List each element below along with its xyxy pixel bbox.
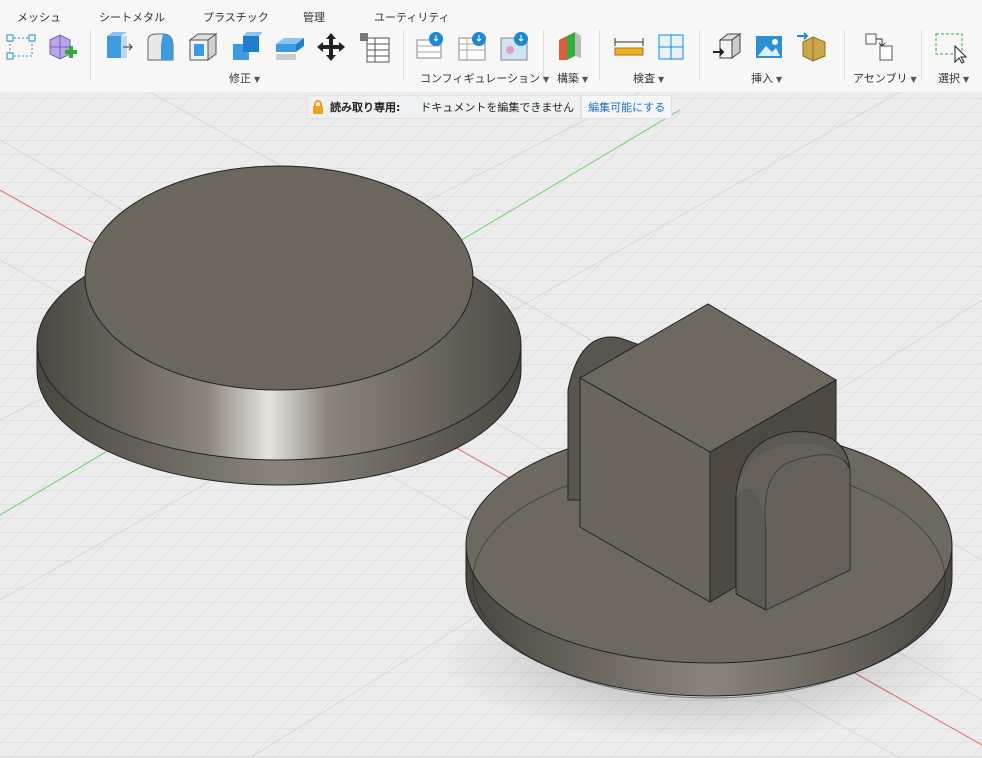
sketch-points-icon[interactable] <box>4 30 38 64</box>
joint-icon[interactable] <box>862 30 896 64</box>
separator <box>403 30 404 80</box>
readonly-label: 読み取り専用: <box>330 101 401 114</box>
lock-icon <box>313 100 323 114</box>
group-assemble[interactable]: アセンブリ ▼ <box>853 70 917 86</box>
group-inspect[interactable]: 検査 ▼ <box>633 70 664 86</box>
select-window-icon[interactable] <box>933 30 967 64</box>
insert-derive-icon[interactable] <box>710 30 744 64</box>
canvas[interactable] <box>0 92 982 758</box>
separator <box>90 30 91 80</box>
tab-sheet-metal[interactable]: シートメタル <box>99 9 165 25</box>
move-icon[interactable] <box>314 30 348 64</box>
enable-edit-link[interactable]: 編集可能にする <box>581 95 673 119</box>
offset-plane-icon[interactable] <box>555 30 589 64</box>
readonly-message: ドキュメントを編集できません <box>420 101 575 114</box>
group-construct[interactable]: 構築 ▼ <box>557 70 588 86</box>
config-table-icon[interactable] <box>414 30 448 64</box>
fillet-icon[interactable] <box>143 30 177 64</box>
tab-mesh[interactable]: メッシュ <box>17 9 61 25</box>
group-modify[interactable]: 修正 ▼ <box>229 70 260 86</box>
config-theme-icon[interactable] <box>498 30 532 64</box>
insert-mesh-icon[interactable] <box>795 30 829 64</box>
combine-icon[interactable] <box>229 30 263 64</box>
section-analysis-icon[interactable] <box>654 30 688 64</box>
separator <box>699 30 700 80</box>
separator <box>599 30 600 80</box>
shell-icon[interactable] <box>186 30 220 64</box>
readonly-info: 読み取り専用: ドキュメントを編集できません <box>307 95 582 119</box>
tab-row: メッシュ シートメタル プラスチック 管理 ユーティリティ <box>0 0 982 25</box>
3d-viewport[interactable] <box>0 92 982 758</box>
offset-face-icon[interactable] <box>272 30 306 64</box>
measure-icon[interactable] <box>612 30 646 64</box>
readonly-banner: 読み取り専用: ドキュメントを編集できません 編集可能にする <box>307 95 673 119</box>
insert-image-icon[interactable] <box>752 30 786 64</box>
tab-plastic[interactable]: プラスチック <box>203 9 269 25</box>
tab-utilities[interactable]: ユーティリティ <box>374 9 450 25</box>
group-insert[interactable]: 挿入 ▼ <box>751 70 782 86</box>
config-rows-icon[interactable] <box>456 30 490 64</box>
press-pull-icon[interactable] <box>101 30 135 64</box>
group-configuration[interactable]: コンフィギュレーション ▼ <box>420 70 549 86</box>
tab-manage[interactable]: 管理 <box>303 9 325 25</box>
toolbar: メッシュ シートメタル プラスチック 管理 ユーティリティ 修正 ▼ コンフィギ… <box>0 0 982 92</box>
separator <box>921 30 922 80</box>
separator <box>844 30 845 80</box>
create-mesh-icon[interactable] <box>44 30 78 64</box>
group-select[interactable]: 選択 ▼ <box>938 70 969 86</box>
change-parameters-icon[interactable] <box>357 30 391 64</box>
